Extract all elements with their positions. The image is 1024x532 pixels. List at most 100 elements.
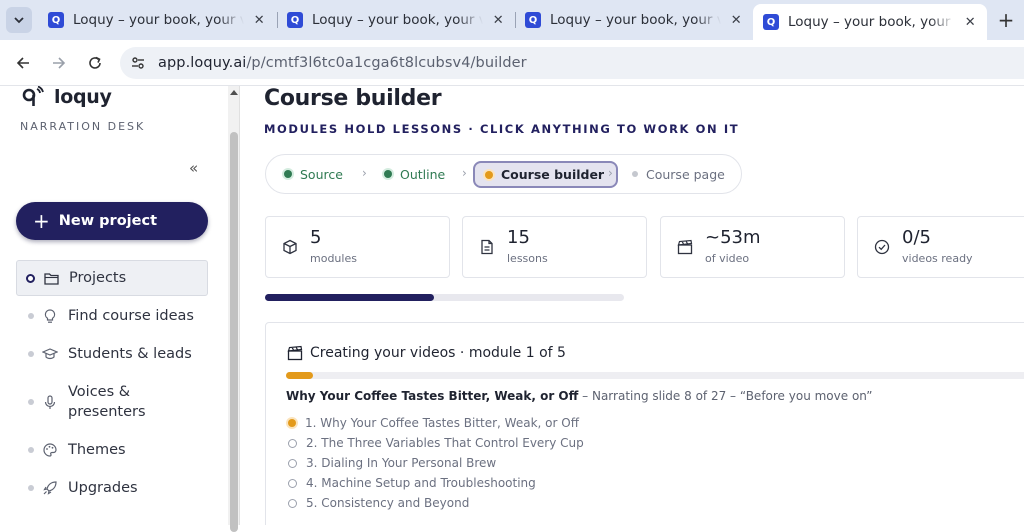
tab-title: Loquy – your book, your voice (73, 12, 245, 28)
scrollbar-thumb[interactable] (230, 132, 238, 532)
sidebar-scrollbar[interactable] (228, 86, 240, 532)
sidebar-item-students-leads[interactable]: Students & leads (16, 344, 208, 364)
lesson-item[interactable]: 1. Why Your Coffee Tastes Bitter, Weak, … (288, 416, 579, 430)
arrow-left-icon (16, 57, 29, 69)
stat-card-modules: 5 modules (265, 216, 450, 278)
sidebar-subtitle: NARRATION DESK (20, 120, 146, 133)
step-source[interactable]: Source (284, 155, 343, 193)
nav-dot (28, 399, 34, 405)
browser-toolbar: app.loquy.ai/p/cmtf3l6tc0a1cga6t8lcubsv4… (0, 40, 1024, 86)
sidebar-item-projects[interactable]: Projects (16, 260, 208, 296)
new-tab-button[interactable]: + (994, 8, 1018, 32)
active-indicator (26, 273, 35, 283)
check-circle-icon (874, 239, 890, 255)
step-done-dot (284, 170, 292, 178)
stat-label: modules (310, 252, 357, 265)
logo-text: loquy (54, 86, 112, 108)
step-todo-dot (632, 171, 638, 177)
lesson-label: 2. The Three Variables That Control Ever… (306, 436, 584, 450)
browser-tab-3[interactable]: Q Loquy – your book, your voice ✕ (515, 4, 753, 36)
forward-button[interactable] (46, 50, 72, 76)
graduation-cap-icon (42, 346, 58, 362)
sidebar: loquy NARRATION DESK « + New project Pro… (0, 86, 228, 525)
close-tab-icon[interactable]: ✕ (727, 11, 745, 29)
step-current-dot (485, 170, 493, 179)
module-card-header: Creating your videos · module 1 of 5 (287, 345, 566, 361)
lesson-item[interactable]: 3. Dialing In Your Personal Brew (288, 456, 496, 470)
scroll-up-arrow-icon[interactable] (230, 90, 238, 95)
loquy-favicon-icon: Q (763, 14, 779, 30)
overall-progress-bar (265, 294, 624, 301)
sidebar-item-label: Projects (69, 270, 127, 286)
sidebar-item-label: Students & leads (68, 346, 192, 362)
browser-tab-2[interactable]: Q Loquy – your book, your voice ✕ (277, 4, 515, 36)
narration-status: Why Your Coffee Tastes Bitter, Weak, or … (286, 389, 872, 403)
collapse-sidebar-icon[interactable]: « (189, 159, 198, 177)
module-progress-fill (286, 372, 313, 379)
step-course-page[interactable]: Course page (632, 155, 725, 193)
close-tab-icon[interactable]: ✕ (250, 11, 268, 29)
address-bar[interactable]: app.loquy.ai/p/cmtf3l6tc0a1cga6t8lcubsv4… (120, 47, 1024, 79)
stat-label: of video (705, 252, 750, 265)
loquy-favicon-icon: Q (48, 12, 64, 28)
browser-tab-4-active[interactable]: Q Loquy – your book, your voice ✕ (753, 4, 987, 40)
lesson-item[interactable]: 4. Machine Setup and Troubleshooting (288, 476, 536, 490)
nav-dot (28, 351, 34, 357)
lesson-item[interactable]: 2. The Three Variables That Control Ever… (288, 436, 584, 450)
lesson-pending-circle (288, 458, 297, 468)
lesson-label: 4. Machine Setup and Troubleshooting (306, 476, 536, 490)
lesson-pending-circle (288, 438, 297, 448)
module-progress-card[interactable]: Creating your videos · module 1 of 5 Why… (265, 322, 1024, 525)
close-tab-icon[interactable]: ✕ (961, 13, 979, 31)
nav-dot (28, 313, 34, 319)
microphone-icon (42, 394, 58, 410)
step-label: Course page (646, 166, 725, 182)
lesson-item[interactable]: 5. Consistency and Beyond (288, 496, 469, 510)
step-label: Outline (400, 166, 446, 182)
loquy-favicon-icon: Q (287, 12, 303, 28)
new-project-button[interactable]: + New project (16, 202, 208, 240)
sidebar-item-find-course-ideas[interactable]: Find course ideas (16, 306, 208, 326)
step-outline[interactable]: Outline (384, 155, 445, 193)
stat-label: lessons (507, 252, 548, 265)
step-course-builder[interactable]: Course builder (473, 161, 619, 188)
module-card-title: Creating your videos · module 1 of 5 (310, 345, 566, 361)
stat-card-video: ~53m of video (660, 216, 845, 278)
stat-value: 5 (310, 227, 322, 248)
sidebar-item-upgrades[interactable]: Upgrades (16, 478, 208, 498)
step-done-dot (384, 170, 392, 178)
sidebar-item-themes[interactable]: Themes (16, 440, 208, 460)
lesson-label: 5. Consistency and Beyond (306, 496, 470, 510)
folder-icon (43, 270, 59, 286)
arrow-right-icon (53, 57, 66, 69)
reload-icon (89, 56, 101, 69)
sidebar-item-label: Voices & presenters (68, 384, 146, 420)
tab-search-button[interactable] (6, 7, 32, 33)
sidebar-item-label: Themes (68, 442, 126, 458)
lightbulb-icon (42, 308, 58, 324)
url-host: app.loquy.ai (158, 55, 247, 71)
close-tab-icon[interactable]: ✕ (489, 11, 507, 29)
sidebar-item-voices-presenters[interactable]: Voices & presenters (16, 382, 208, 422)
reload-button[interactable] (82, 50, 108, 76)
palette-icon (42, 442, 58, 458)
chevron-down-icon (14, 17, 24, 24)
url-path: /p/cmtf3l6tc0a1cga6t8lcubsv4/builder (246, 55, 527, 71)
tab-title: Loquy – your book, your voice (312, 12, 484, 28)
loquy-logo[interactable]: loquy (22, 86, 112, 108)
narration-status-text: – Narrating slide 8 of 27 – “Before you … (578, 389, 873, 403)
clapperboard-icon (677, 239, 693, 255)
browser-tab-bar: Q Loquy – your book, your voice ✕ Q Loqu… (0, 0, 1024, 40)
back-button[interactable] (10, 50, 36, 76)
site-info-button[interactable] (123, 48, 153, 78)
chevron-right-icon: › (608, 166, 613, 180)
nav-dot (28, 447, 34, 453)
lesson-in-progress-dot (288, 419, 296, 427)
browser-tab-1[interactable]: Q Loquy – your book, your voice ✕ (38, 4, 276, 36)
page-title: Course builder (264, 86, 442, 111)
chevron-right-icon: › (362, 166, 367, 180)
step-label: Source (300, 166, 343, 182)
lesson-label: 3. Dialing In Your Personal Brew (306, 456, 497, 470)
module-progress-bar (286, 372, 1024, 379)
cube-icon (283, 239, 297, 255)
